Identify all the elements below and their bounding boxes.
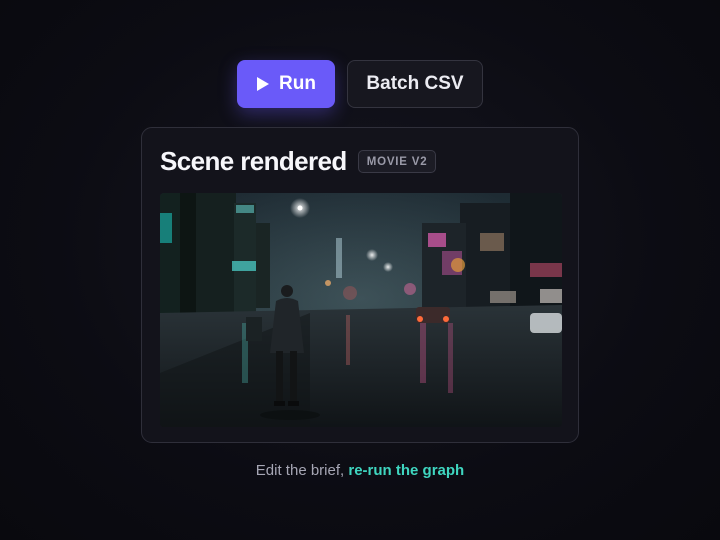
footer-caption: Edit the brief, re-run the graph [0, 462, 720, 479]
scene-preview-image [160, 193, 562, 427]
batch-csv-button-label: Batch CSV [366, 73, 464, 94]
play-icon [256, 76, 270, 92]
run-button[interactable]: Run [237, 60, 335, 108]
card-header: Scene rendered MOVIE V2 [160, 146, 437, 177]
model-badge: MOVIE V2 [357, 150, 437, 173]
card-title: Scene rendered [160, 146, 347, 176]
run-button-label: Run [279, 73, 316, 94]
rerun-graph-link[interactable]: re-run the graph [348, 462, 464, 479]
result-card: Scene rendered MOVIE V2 [141, 127, 579, 443]
footer-text: Edit the brief, [255, 462, 345, 479]
toolbar: Run Batch CSV [237, 60, 483, 108]
batch-csv-button[interactable]: Batch CSV [347, 60, 483, 108]
